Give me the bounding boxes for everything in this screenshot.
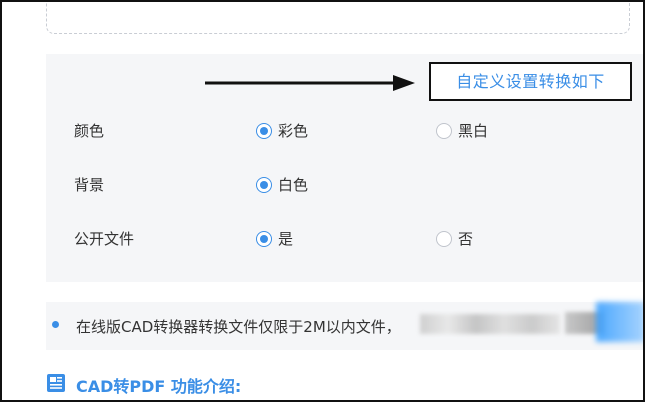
radio-label: 白色 [278, 176, 309, 194]
background-option-white[interactable]: 白色 [256, 174, 308, 195]
color-option-blackwhite[interactable]: 黑白 [436, 120, 488, 141]
section-title: CAD转PDF 功能介绍: [76, 377, 242, 396]
document-icon [47, 374, 65, 392]
blurred-button [596, 302, 645, 342]
arrow-right-icon [205, 75, 415, 91]
radio-unchecked-icon [436, 122, 452, 139]
radio-checked-icon [256, 176, 272, 193]
background-label: 背景 [74, 176, 105, 194]
bullet-icon [52, 321, 59, 328]
public-file-option-no[interactable]: 否 [436, 228, 473, 249]
blurred-text [420, 314, 560, 334]
notice-text: 在线版CAD转换器转换文件仅限于2M以内文件， [76, 318, 401, 336]
radio-unchecked-icon [436, 230, 452, 247]
color-option-color[interactable]: 彩色 [256, 120, 308, 141]
upload-dropzone[interactable] [46, 0, 630, 34]
radio-label: 是 [278, 230, 294, 248]
radio-checked-icon [256, 230, 272, 247]
public-file-label: 公开文件 [74, 230, 135, 248]
color-label: 颜色 [74, 122, 105, 140]
radio-label: 彩色 [278, 122, 309, 140]
public-file-option-yes[interactable]: 是 [256, 228, 293, 249]
radio-checked-icon [256, 122, 272, 139]
radio-label: 黑白 [458, 122, 489, 140]
radio-label: 否 [458, 230, 474, 248]
custom-settings-heading: 自定义设置转换如下 [429, 62, 632, 101]
